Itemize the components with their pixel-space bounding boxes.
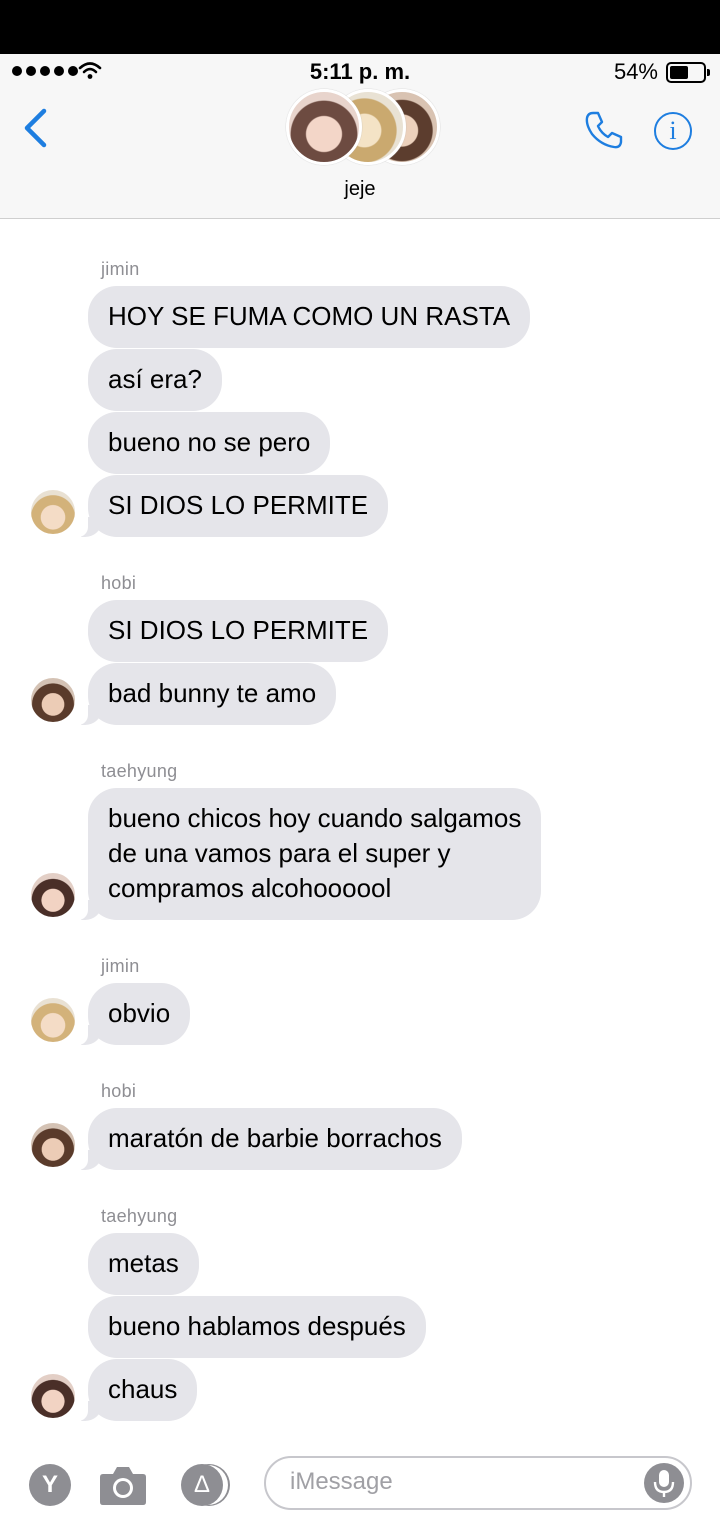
microphone-icon[interactable] xyxy=(644,1463,684,1503)
message-bubble[interactable]: maratón de barbie borrachos xyxy=(78,1108,462,1170)
sender-label: taehyung xyxy=(101,1206,178,1226)
avatar[interactable] xyxy=(31,490,75,534)
battery-icon xyxy=(666,62,710,83)
message-bubble[interactable]: chaus xyxy=(77,1359,198,1421)
message-bubble[interactable]: SI DIOS LO PERMITE xyxy=(77,475,389,537)
status-bar: 5:11 p. m. 54% xyxy=(0,54,720,90)
compose-bar: Y ∆ iMessage xyxy=(0,1440,720,1520)
group-name[interactable]: jeje xyxy=(0,178,720,201)
message-bubble[interactable]: bad bunny te amo xyxy=(77,663,337,725)
input-placeholder: iMessage xyxy=(290,1468,393,1495)
sender-label: jimin xyxy=(101,259,140,279)
message-bubble[interactable]: bueno no se pero xyxy=(88,412,331,474)
message-list[interactable]: jimin HOY SE FUMA COMO UN RASTA así era?… xyxy=(0,219,720,1439)
avatar[interactable] xyxy=(31,1123,75,1167)
status-time: 5:11 p. m. xyxy=(309,59,411,84)
message-bubble[interactable]: HOY SE FUMA COMO UN RASTA xyxy=(88,286,531,348)
sender-label: jimin xyxy=(101,956,140,976)
avatar[interactable] xyxy=(31,998,75,1042)
top-black-bar xyxy=(0,0,720,54)
info-icon[interactable]: i xyxy=(654,112,692,150)
camera-icon[interactable] xyxy=(99,1464,147,1506)
imessage-input[interactable]: iMessage xyxy=(264,1456,692,1510)
avatar[interactable] xyxy=(31,1374,75,1418)
group-avatar xyxy=(286,89,362,165)
sender-label: hobi xyxy=(101,1081,137,1101)
avatar[interactable] xyxy=(31,873,75,917)
sender-label: hobi xyxy=(101,573,137,593)
conversation-header: 5:11 p. m. 54% jeje i xyxy=(0,54,720,219)
avatar[interactable] xyxy=(31,678,75,722)
message-bubble[interactable]: metas xyxy=(88,1233,199,1295)
message-bubble[interactable]: obvio xyxy=(77,983,191,1045)
group-avatars[interactable] xyxy=(286,86,440,165)
phone-icon[interactable] xyxy=(584,110,624,150)
message-bubble[interactable]: así era? xyxy=(88,349,222,411)
battery-percentage: 54% xyxy=(613,59,658,84)
app-store-icon[interactable]: ∆ xyxy=(181,1464,223,1506)
app-drawer-icon[interactable]: Y xyxy=(29,1464,71,1506)
back-chevron-icon[interactable] xyxy=(22,108,48,148)
message-bubble[interactable]: bueno hablamos después xyxy=(88,1296,426,1358)
sender-label: taehyung xyxy=(101,761,178,781)
message-bubble[interactable]: SI DIOS LO PERMITE xyxy=(88,600,389,662)
message-bubble[interactable]: bueno chicos hoy cuando salgamos de una … xyxy=(77,788,542,920)
